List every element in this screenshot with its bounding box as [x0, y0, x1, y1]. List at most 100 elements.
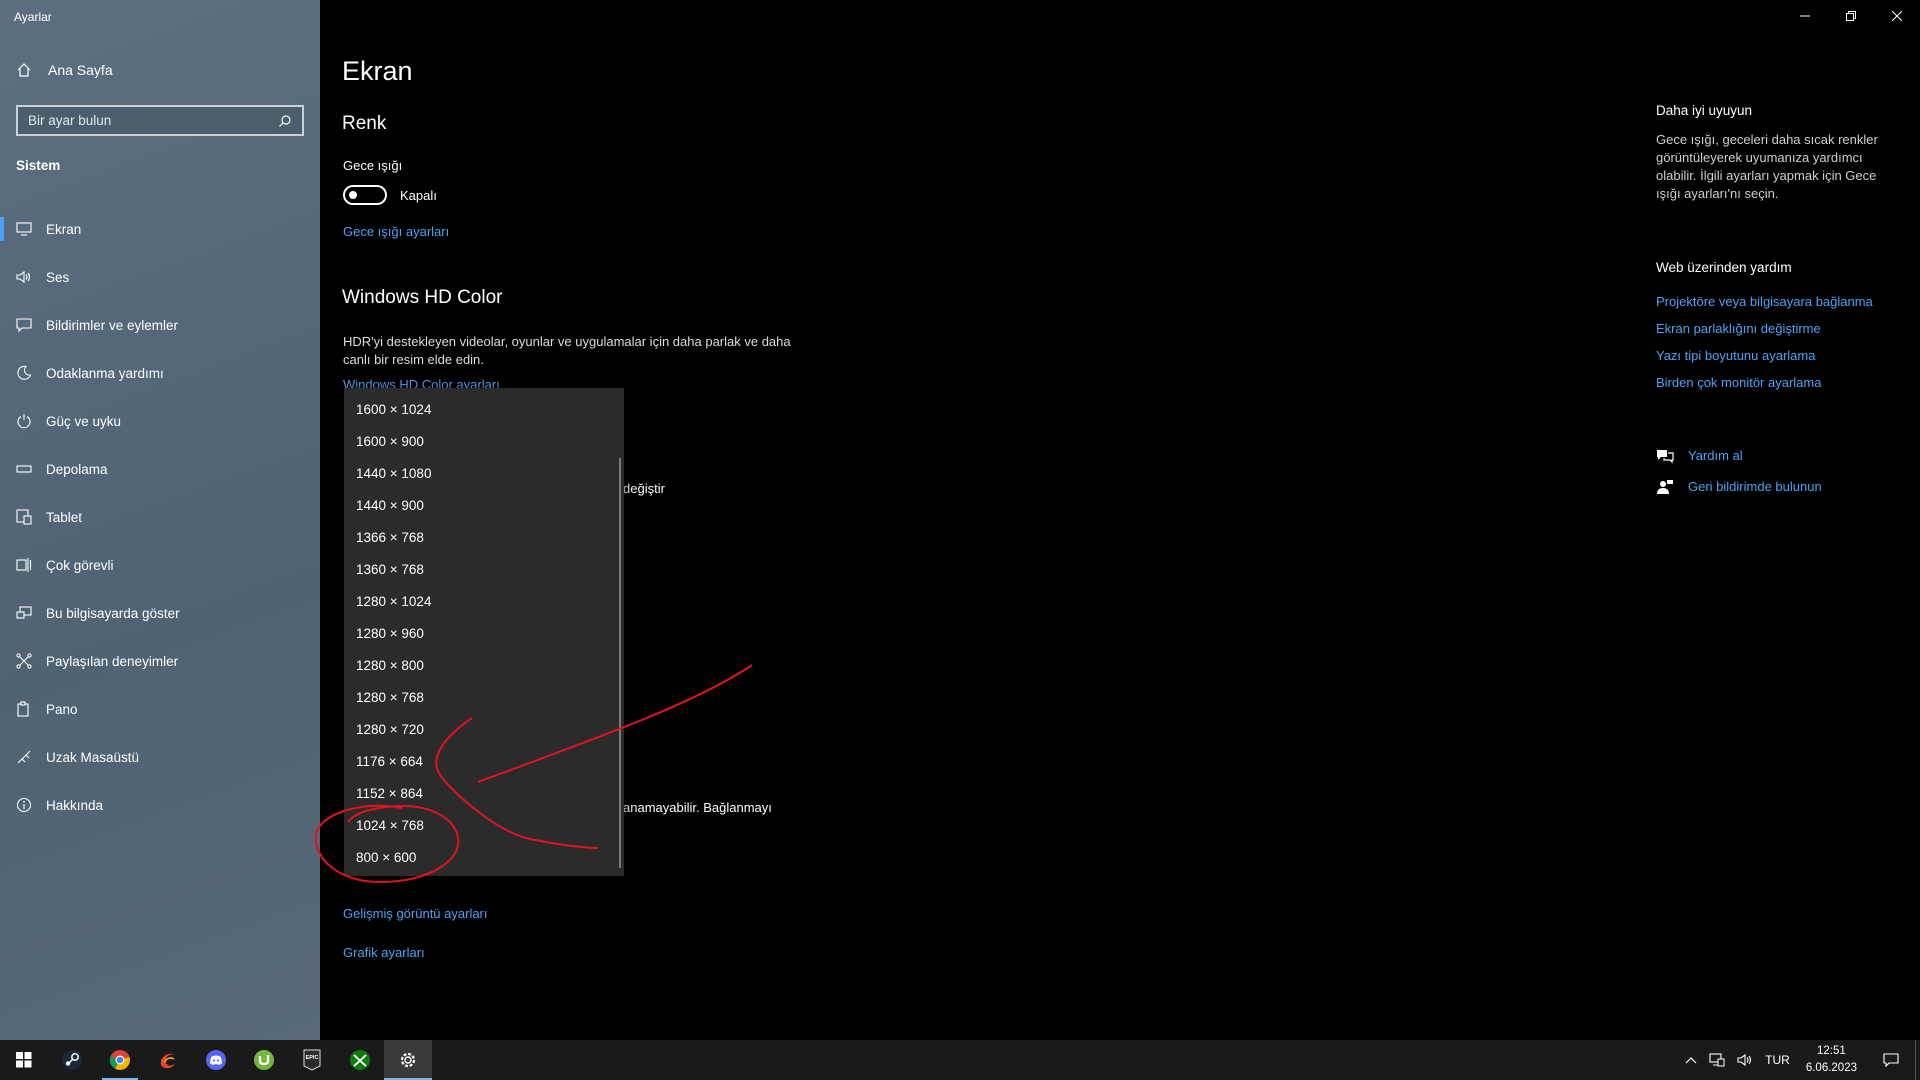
clipboard-icon	[16, 701, 32, 717]
resolution-option[interactable]: 1280 × 800	[344, 650, 624, 682]
steam-icon	[62, 1050, 82, 1070]
resolution-option[interactable]: 800 × 600	[344, 842, 624, 874]
steam-app[interactable]	[48, 1040, 96, 1080]
resolution-option[interactable]: 1360 × 768	[344, 554, 624, 586]
volume-button[interactable]	[1731, 1053, 1759, 1067]
search-icon[interactable]	[278, 114, 292, 128]
sidebar-nav: Ekran Ses Bildirimler ve eylemler Odakla…	[0, 205, 320, 829]
partial-text: değiştir	[623, 481, 665, 496]
taskbar: EPIC TUR 12:51 6.06.2023	[0, 1040, 1920, 1080]
sidebar-item-depolama[interactable]: Depolama	[0, 445, 320, 493]
resolution-option[interactable]: 1440 × 900	[344, 490, 624, 522]
discord-icon	[206, 1050, 226, 1070]
clock[interactable]: 12:51 6.06.2023	[1796, 1043, 1867, 1077]
night-light-label: Gece ışığı	[343, 158, 403, 173]
windows-icon	[16, 1052, 32, 1068]
sidebar-item-label: Ses	[46, 269, 70, 285]
power-icon	[16, 413, 32, 429]
sidebar-item-ses[interactable]: Ses	[0, 253, 320, 301]
resolution-option[interactable]: 1440 × 1080	[344, 458, 624, 490]
night-light-toggle[interactable]	[343, 185, 387, 205]
search-box[interactable]	[16, 105, 304, 136]
restore-icon	[1846, 11, 1856, 21]
sidebar-item-ekran[interactable]: Ekran	[0, 205, 320, 253]
chevron-up-icon	[1685, 1057, 1697, 1064]
resolution-option[interactable]: 1024 × 768	[344, 810, 624, 842]
chat-help-icon	[1656, 448, 1674, 464]
sidebar-item-bu-bilgisayarda-goster[interactable]: Bu bilgisayarda göster	[0, 589, 320, 637]
web-help-links: Projektöre veya bilgisayara bağlanma Ekr…	[1656, 294, 1873, 402]
tablet-icon	[16, 509, 32, 525]
discord-app[interactable]	[192, 1040, 240, 1080]
sidebar-item-tablet[interactable]: Tablet	[0, 493, 320, 541]
resolution-dropdown[interactable]: 1600 × 1024 1600 × 900 1440 × 1080 1440 …	[344, 388, 624, 876]
sidebar-item-hakkinda[interactable]: Hakkında	[0, 781, 320, 829]
resolution-option[interactable]: 1280 × 720	[344, 714, 624, 746]
dropdown-scrollbar[interactable]	[619, 458, 621, 868]
web-help-link[interactable]: Birden çok monitör ayarlama	[1656, 375, 1873, 402]
resolution-option[interactable]: 1280 × 960	[344, 618, 624, 650]
utorrent-app[interactable]	[240, 1040, 288, 1080]
resolution-option[interactable]: 1600 × 900	[344, 426, 624, 458]
sidebar-item-label: Paylaşılan deneyimler	[46, 653, 179, 669]
sidebar-item-label: Tablet	[46, 509, 83, 525]
epic-games-app[interactable]: EPIC	[288, 1040, 336, 1080]
help-section: Yardım al Geri bildirimde bulunun	[1656, 440, 1822, 502]
minimize-button[interactable]	[1782, 0, 1828, 32]
restore-button[interactable]	[1828, 0, 1874, 32]
start-button[interactable]	[0, 1040, 48, 1080]
tip-text: Gece ışığı, geceleri daha sıcak renkler …	[1656, 132, 1878, 201]
network-icon	[1709, 1053, 1725, 1067]
sidebar-item-cok-gorevli[interactable]: Çok görevli	[0, 541, 320, 589]
notification-icon	[1883, 1052, 1899, 1067]
night-light-settings-link[interactable]: Gece ışığı ayarları	[343, 224, 449, 239]
opera-gx-app[interactable]	[144, 1040, 192, 1080]
get-help-link[interactable]: Yardım al	[1656, 440, 1822, 471]
resolution-option[interactable]: 1152 × 864	[344, 778, 624, 810]
system-tray: TUR 12:51 6.06.2023	[1679, 1040, 1920, 1080]
app-title: Ayarlar	[14, 10, 52, 24]
sidebar: Ayarlar Ana Sayfa Sistem Ekran Ses Bildi…	[0, 0, 320, 1040]
show-desktop-button[interactable]	[1915, 1040, 1920, 1080]
show-hidden-icons-button[interactable]	[1679, 1056, 1703, 1064]
web-help-title: Web üzerinden yardım	[1656, 260, 1792, 275]
page-title: Ekran	[342, 56, 413, 86]
home-button[interactable]: Ana Sayfa	[16, 62, 113, 78]
sidebar-item-guc[interactable]: Güç ve uyku	[0, 397, 320, 445]
advanced-display-link[interactable]: Gelişmiş görüntü ayarları	[343, 906, 488, 921]
web-help-link[interactable]: Yazı tipi boyutunu ayarlama	[1656, 348, 1873, 375]
remote-icon	[16, 749, 32, 765]
sidebar-item-odaklanma[interactable]: Odaklanma yardımı	[0, 349, 320, 397]
gear-icon	[400, 1052, 416, 1068]
web-help-link[interactable]: Ekran parlaklığını değiştirme	[1656, 321, 1873, 348]
sidebar-item-uzak-masaustu[interactable]: Uzak Masaüstü	[0, 733, 320, 781]
action-center-button[interactable]	[1867, 1052, 1915, 1068]
sidebar-item-pano[interactable]: Pano	[0, 685, 320, 733]
settings-app[interactable]	[384, 1040, 432, 1080]
sidebar-item-label: Hakkında	[46, 797, 104, 813]
network-button[interactable]	[1703, 1053, 1731, 1067]
web-help-link[interactable]: Projektöre veya bilgisayara bağlanma	[1656, 294, 1873, 321]
resolution-option[interactable]: 1600 × 1024	[344, 394, 624, 426]
sidebar-item-label: Depolama	[46, 461, 108, 477]
search-input[interactable]	[28, 113, 268, 128]
resolution-option[interactable]: 1280 × 1024	[344, 586, 624, 618]
chrome-app[interactable]	[96, 1040, 144, 1080]
sidebar-item-label: Bu bilgisayarda göster	[46, 605, 180, 621]
resolution-option[interactable]: 1176 × 664	[344, 746, 624, 778]
resolution-option[interactable]: 1280 × 768	[344, 682, 624, 714]
sidebar-item-label: Uzak Masaüstü	[46, 749, 140, 765]
feedback-link[interactable]: Geri bildirimde bulunun	[1656, 471, 1822, 502]
xbox-app[interactable]	[336, 1040, 384, 1080]
language-indicator[interactable]: TUR	[1759, 1053, 1796, 1067]
color-heading: Renk	[342, 113, 387, 134]
window-controls	[1782, 0, 1920, 32]
feedback-label: Geri bildirimde bulunun	[1688, 479, 1822, 494]
sidebar-item-paylasilan[interactable]: Paylaşılan deneyimler	[0, 637, 320, 685]
sidebar-item-bildirimler[interactable]: Bildirimler ve eylemler	[0, 301, 320, 349]
multitask-icon	[16, 557, 32, 573]
graphics-settings-link[interactable]: Grafik ayarları	[343, 945, 425, 960]
resolution-option[interactable]: 1366 × 768	[344, 522, 624, 554]
close-button[interactable]	[1874, 0, 1920, 32]
tip-title: Daha iyi uyuyun	[1656, 103, 1753, 118]
